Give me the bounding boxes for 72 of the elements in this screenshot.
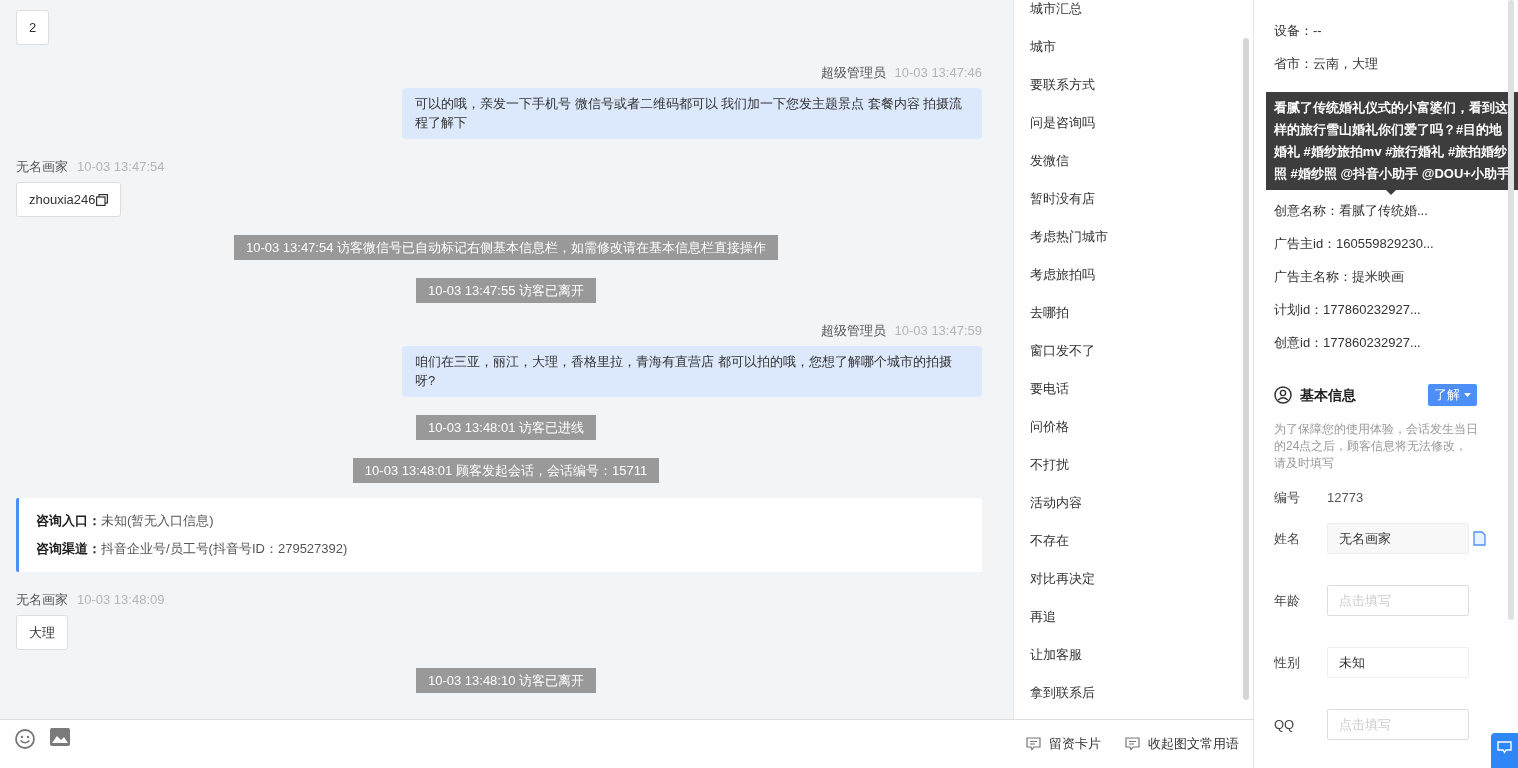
sender-name: 超级管理员 <box>820 323 886 339</box>
system-message: 10-03 13:47:55 访客已离开 <box>415 278 597 303</box>
field-label: 性别 <box>1274 653 1301 672</box>
field-value: 未知(暂无入口信息) <box>101 513 214 528</box>
message-bubble: 大理 <box>16 615 68 650</box>
message-time: 10-03 13:47:46 <box>894 65 982 81</box>
phrase-item[interactable]: 考虑旅拍吗 <box>1030 256 1253 294</box>
tooltip: 看腻了传统婚礼仪式的小富婆们，看到这样的旅行雪山婚礼你们爱了吗？#目的地婚礼 #婚纱旅拍mv #旅行婚礼 #旅拍婚纱照 #婚纱照 @抖音小助手 @DOU+小助手 <box>1266 92 1518 195</box>
phrase-item[interactable]: 要联系方式 <box>1030 66 1253 104</box>
name-field[interactable]: 无名画家 <box>1327 523 1469 554</box>
info-row-text: 广告主id：160559829230... <box>1274 235 1435 253</box>
phrase-item[interactable]: 考虑热门城市 <box>1030 218 1253 256</box>
phrase-item[interactable]: 要电话 <box>1030 370 1253 408</box>
message-time: 10-03 13:47:59 <box>894 323 982 339</box>
image-icon[interactable] <box>50 728 70 746</box>
scrollbar[interactable] <box>1508 0 1514 620</box>
phrase-item[interactable]: 问价格 <box>1030 408 1253 446</box>
message-bubble: 可以的哦，亲发一下手机号 微信号或者二维码都可以 我们加一下您发主题景点 套餐内容 拍摄流程了解下 <box>402 88 982 139</box>
phrase-item[interactable]: 城市 <box>1030 28 1253 66</box>
footer-button[interactable]: 收起图文常用语 <box>1125 728 1239 754</box>
info-row-text: 设备：-- <box>1274 22 1323 40</box>
field-value: 12773 <box>1327 489 1364 507</box>
phrase-item[interactable]: 不存在 <box>1030 522 1253 560</box>
notice-text: 为了保障您的使用体验，会话发生当日的24点之后，顾客信息将无法修改，请及时填写 <box>1274 421 1479 472</box>
field-label: 咨询入口： <box>36 513 101 528</box>
sender-name: 无名画家 <box>16 159 68 175</box>
phrase-item[interactable]: 发微信 <box>1030 142 1253 180</box>
section-title: 基本信息 <box>1300 385 1357 405</box>
select-field[interactable]: 未知 <box>1327 647 1469 678</box>
phrase-item[interactable]: 城市汇总 <box>1030 0 1253 28</box>
phrase-item[interactable]: 拿到联系后 <box>1030 674 1253 712</box>
phrase-item[interactable]: 暂时没有店 <box>1030 180 1253 218</box>
info-row-text: 创意名称：看腻了传统婚... <box>1274 202 1429 220</box>
phrase-item[interactable]: 问是咨询吗 <box>1030 104 1253 142</box>
system-message: 10-03 13:48:10 访客已离开 <box>415 668 597 693</box>
field-label: 姓名 <box>1274 529 1301 548</box>
field-label: QQ <box>1274 715 1296 734</box>
phrase-item[interactable]: 让加客服 <box>1030 636 1253 674</box>
footer-button[interactable]: 留资卡片 <box>1026 728 1101 754</box>
system-message: 10-03 13:48:01 访客已进线 <box>415 415 597 440</box>
phrase-item[interactable]: 活动内容 <box>1030 484 1253 522</box>
system-message: 10-03 13:48:01 顾客发起会话，会话编号：15711 <box>352 458 660 483</box>
comment-icon <box>1026 736 1041 751</box>
message-text: zhouxia246 <box>29 191 96 209</box>
info-row-text: 省市：云南，大理 <box>1274 55 1379 73</box>
info-row-text: 创意id：177860232927... <box>1274 334 1422 352</box>
phrase-item[interactable]: 窗口发不了 <box>1030 332 1253 370</box>
message-bubble: 2 <box>16 10 50 45</box>
field-label: 编号 <box>1274 489 1301 507</box>
system-message: 10-03 13:47:54 访客微信号已自动标记右侧基本信息栏，如需修改请在基本信息栏直接操作 <box>233 235 779 260</box>
message-bubble: 咱们在三亚，丽江，大理，香格里拉，青海有直营店 都可以拍的哦，您想了解哪个城市的拍摄呀? <box>402 346 982 397</box>
phrase-item[interactable]: 不打扰 <box>1030 446 1253 484</box>
info-row-text: 广告主名称：提米映画 <box>1274 268 1405 286</box>
emoji-icon[interactable] <box>14 728 36 750</box>
scrollbar[interactable] <box>1243 38 1249 700</box>
comment-icon <box>1125 736 1140 751</box>
field-value: 抖音企业号/员工号(抖音号ID：279527392) <box>101 541 348 556</box>
user-icon <box>1274 386 1292 404</box>
caret-icon <box>1464 393 1471 397</box>
message-time: 10-03 13:48:09 <box>77 592 165 608</box>
field-label: 咨询渠道： <box>36 541 101 556</box>
info-row-text: 计划id：177860232927... <box>1274 301 1422 319</box>
phrase-item[interactable]: 对比再决定 <box>1030 560 1253 598</box>
chat-button[interactable] <box>1491 733 1518 768</box>
chat-icon <box>1497 741 1512 754</box>
message-time: 10-03 13:47:54 <box>77 159 165 175</box>
field-label: 年龄 <box>1274 591 1301 610</box>
phrase-item[interactable]: 去哪拍 <box>1030 294 1253 332</box>
sender-name: 无名画家 <box>16 592 68 608</box>
sender-name: 超级管理员 <box>820 65 886 81</box>
copy-icon[interactable] <box>95 193 108 206</box>
phrase-item[interactable]: 再追 <box>1030 598 1253 636</box>
